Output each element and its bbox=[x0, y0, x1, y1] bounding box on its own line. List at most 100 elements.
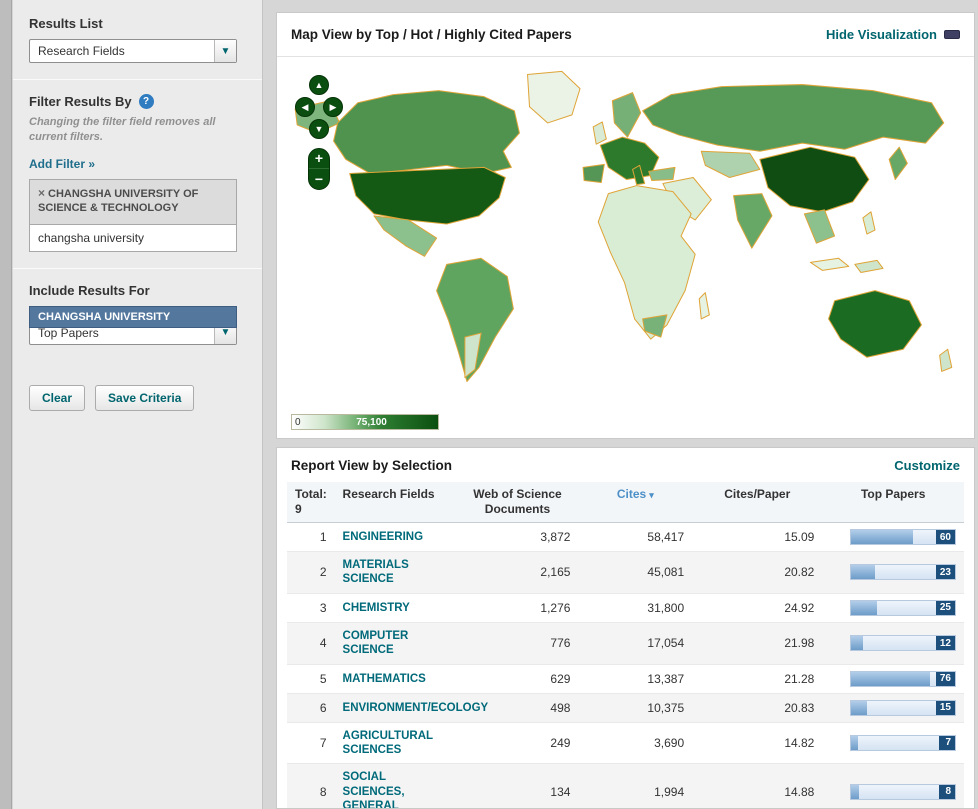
sidebar: Results List Research Fields ▼ Filter Re… bbox=[13, 0, 263, 809]
top-papers-value: 23 bbox=[936, 565, 955, 579]
pan-left-button[interactable]: ◀ bbox=[295, 97, 315, 117]
row-rank: 1 bbox=[287, 523, 335, 552]
col-total: Total: 9 bbox=[287, 482, 335, 523]
report-view-title: Report View by Selection bbox=[291, 458, 452, 473]
cites-sort-link[interactable]: Cites bbox=[617, 487, 646, 501]
clear-button[interactable]: Clear bbox=[29, 385, 85, 411]
top-papers-value: 15 bbox=[936, 701, 955, 715]
results-list-title: Results List bbox=[29, 16, 252, 31]
save-criteria-button[interactable]: Save Criteria bbox=[95, 385, 194, 411]
cites-per-paper-value: 14.82 bbox=[692, 722, 822, 764]
filter-results-title: Filter Results By bbox=[29, 94, 132, 109]
research-field-link[interactable]: SOCIAL SCIENCES, GENERAL bbox=[343, 770, 449, 809]
table-row: 7AGRICULTURAL SCIENCES2493,69014.827 bbox=[287, 722, 964, 764]
row-rank: 5 bbox=[287, 664, 335, 693]
table-row: 2 MATERIALS SCIENCE2,16545,08120.82 23 bbox=[287, 552, 964, 594]
world-map[interactable] bbox=[277, 58, 974, 398]
top-papers-bar: 60 bbox=[850, 529, 956, 545]
sidebar-divider bbox=[13, 79, 262, 80]
research-field-link[interactable]: ENVIRONMENT/ECOLOGY bbox=[343, 701, 489, 715]
cites-per-paper-value: 21.28 bbox=[692, 664, 822, 693]
cites-per-paper-value: 15.09 bbox=[692, 523, 822, 552]
cites-per-paper-value: 20.82 bbox=[692, 552, 822, 594]
wos-documents-value: 134 bbox=[456, 764, 578, 809]
cites-per-paper-value: 24.92 bbox=[692, 593, 822, 622]
research-field-link[interactable]: ENGINEERING bbox=[343, 530, 424, 544]
autocomplete-option-changsha-university[interactable]: CHANGSHA UNIVERSITY bbox=[29, 306, 237, 328]
research-field-link[interactable]: MATHEMATICS bbox=[343, 672, 426, 686]
table-row: 6ENVIRONMENT/ECOLOGY49810,37520.8315 bbox=[287, 693, 964, 722]
map-view-title: Map View by Top / Hot / Highly Cited Pap… bbox=[291, 27, 572, 42]
report-panel: Report View by Selection Customize Total… bbox=[276, 447, 975, 809]
zoom-out-button[interactable]: − bbox=[309, 169, 329, 189]
wos-documents-value: 249 bbox=[456, 722, 578, 764]
customize-link[interactable]: Customize bbox=[894, 458, 960, 473]
hide-visualization-link[interactable]: Hide Visualization bbox=[826, 27, 960, 42]
add-filter-link[interactable]: Add Filter » bbox=[29, 157, 95, 171]
include-results-title: Include Results For bbox=[29, 283, 252, 298]
col-cites-per-paper: Cites/Paper bbox=[692, 482, 822, 523]
pan-up-button[interactable]: ▲ bbox=[309, 75, 329, 95]
table-row: 5MATHEMATICS62913,38721.2876 bbox=[287, 664, 964, 693]
cites-value: 17,054 bbox=[578, 622, 692, 664]
cites-value: 31,800 bbox=[578, 593, 692, 622]
row-rank: 8 bbox=[287, 764, 335, 809]
col-cites: Cites▾ bbox=[578, 482, 692, 523]
top-papers-value: 25 bbox=[936, 601, 955, 615]
table-row: 8SOCIAL SCIENCES, GENERAL1341,99414.888 bbox=[287, 764, 964, 809]
cites-value: 45,081 bbox=[578, 552, 692, 594]
row-rank: 3 bbox=[287, 593, 335, 622]
col-research-fields: Research Fields bbox=[335, 482, 457, 523]
top-papers-bar: 25 bbox=[850, 600, 956, 616]
cites-value: 58,417 bbox=[578, 523, 692, 552]
table-row: 1 ENGINEERING 3,87258,41715.09 60 bbox=[287, 523, 964, 552]
filter-chip[interactable]: ×CHANGSHA UNIVERSITY OF SCIENCE & TECHNO… bbox=[29, 179, 237, 225]
research-field-link[interactable]: CHEMISTRY bbox=[343, 601, 410, 615]
wos-documents-value: 1,276 bbox=[456, 593, 578, 622]
cites-per-paper-value: 21.98 bbox=[692, 622, 822, 664]
col-top-papers: Top Papers bbox=[822, 482, 964, 523]
row-rank: 6 bbox=[287, 693, 335, 722]
collapsed-edge-strip bbox=[0, 0, 12, 809]
cites-value: 10,375 bbox=[578, 693, 692, 722]
report-table: Total: 9 Research Fields Web of Science … bbox=[287, 482, 964, 809]
top-papers-bar: 7 bbox=[850, 735, 956, 751]
help-icon[interactable]: ? bbox=[139, 94, 154, 109]
map-legend: 0 75,100 bbox=[291, 414, 439, 430]
hide-visualization-label: Hide Visualization bbox=[826, 27, 937, 42]
results-list-dropdown-value: Research Fields bbox=[30, 40, 214, 62]
cites-per-paper-value: 20.83 bbox=[692, 693, 822, 722]
collapse-icon bbox=[944, 30, 960, 39]
zoom-in-button[interactable]: + bbox=[309, 149, 329, 169]
legend-gradient-bar: 0 75,100 bbox=[291, 414, 439, 430]
top-papers-bar: 8 bbox=[850, 784, 956, 800]
top-papers-value: 60 bbox=[936, 530, 955, 544]
chevron-down-icon[interactable]: ▼ bbox=[214, 40, 236, 62]
remove-filter-icon[interactable]: × bbox=[38, 186, 45, 200]
pan-down-button[interactable]: ▼ bbox=[309, 119, 329, 139]
wos-documents-value: 776 bbox=[456, 622, 578, 664]
pan-right-button[interactable]: ▶ bbox=[323, 97, 343, 117]
filter-chip-label: CHANGSHA UNIVERSITY OF SCIENCE & TECHNOL… bbox=[38, 188, 198, 215]
cites-per-paper-value: 14.88 bbox=[692, 764, 822, 809]
table-row: 3 CHEMISTRY 1,27631,80024.92 25 bbox=[287, 593, 964, 622]
filter-search-input[interactable] bbox=[29, 225, 237, 252]
wos-documents-value: 3,872 bbox=[456, 523, 578, 552]
results-list-dropdown[interactable]: Research Fields ▼ bbox=[29, 39, 237, 63]
map-panel: Map View by Top / Hot / Highly Cited Pap… bbox=[276, 12, 975, 439]
total-label: Total: bbox=[295, 487, 327, 501]
top-papers-value: 8 bbox=[939, 785, 955, 799]
zoom-controls: + − bbox=[308, 148, 330, 190]
sidebar-divider bbox=[13, 268, 262, 269]
total-value: 9 bbox=[295, 502, 302, 516]
top-papers-bar: 12 bbox=[850, 635, 956, 651]
research-field-link[interactable]: MATERIALS SCIENCE bbox=[343, 558, 449, 587]
legend-min-value: 0 bbox=[295, 417, 301, 428]
row-rank: 7 bbox=[287, 722, 335, 764]
cites-value: 1,994 bbox=[578, 764, 692, 809]
research-field-link[interactable]: COMPUTER SCIENCE bbox=[343, 629, 449, 658]
research-field-link[interactable]: AGRICULTURAL SCIENCES bbox=[343, 729, 449, 758]
row-rank: 2 bbox=[287, 552, 335, 594]
table-row: 4COMPUTER SCIENCE77617,05421.9812 bbox=[287, 622, 964, 664]
wos-documents-value: 2,165 bbox=[456, 552, 578, 594]
